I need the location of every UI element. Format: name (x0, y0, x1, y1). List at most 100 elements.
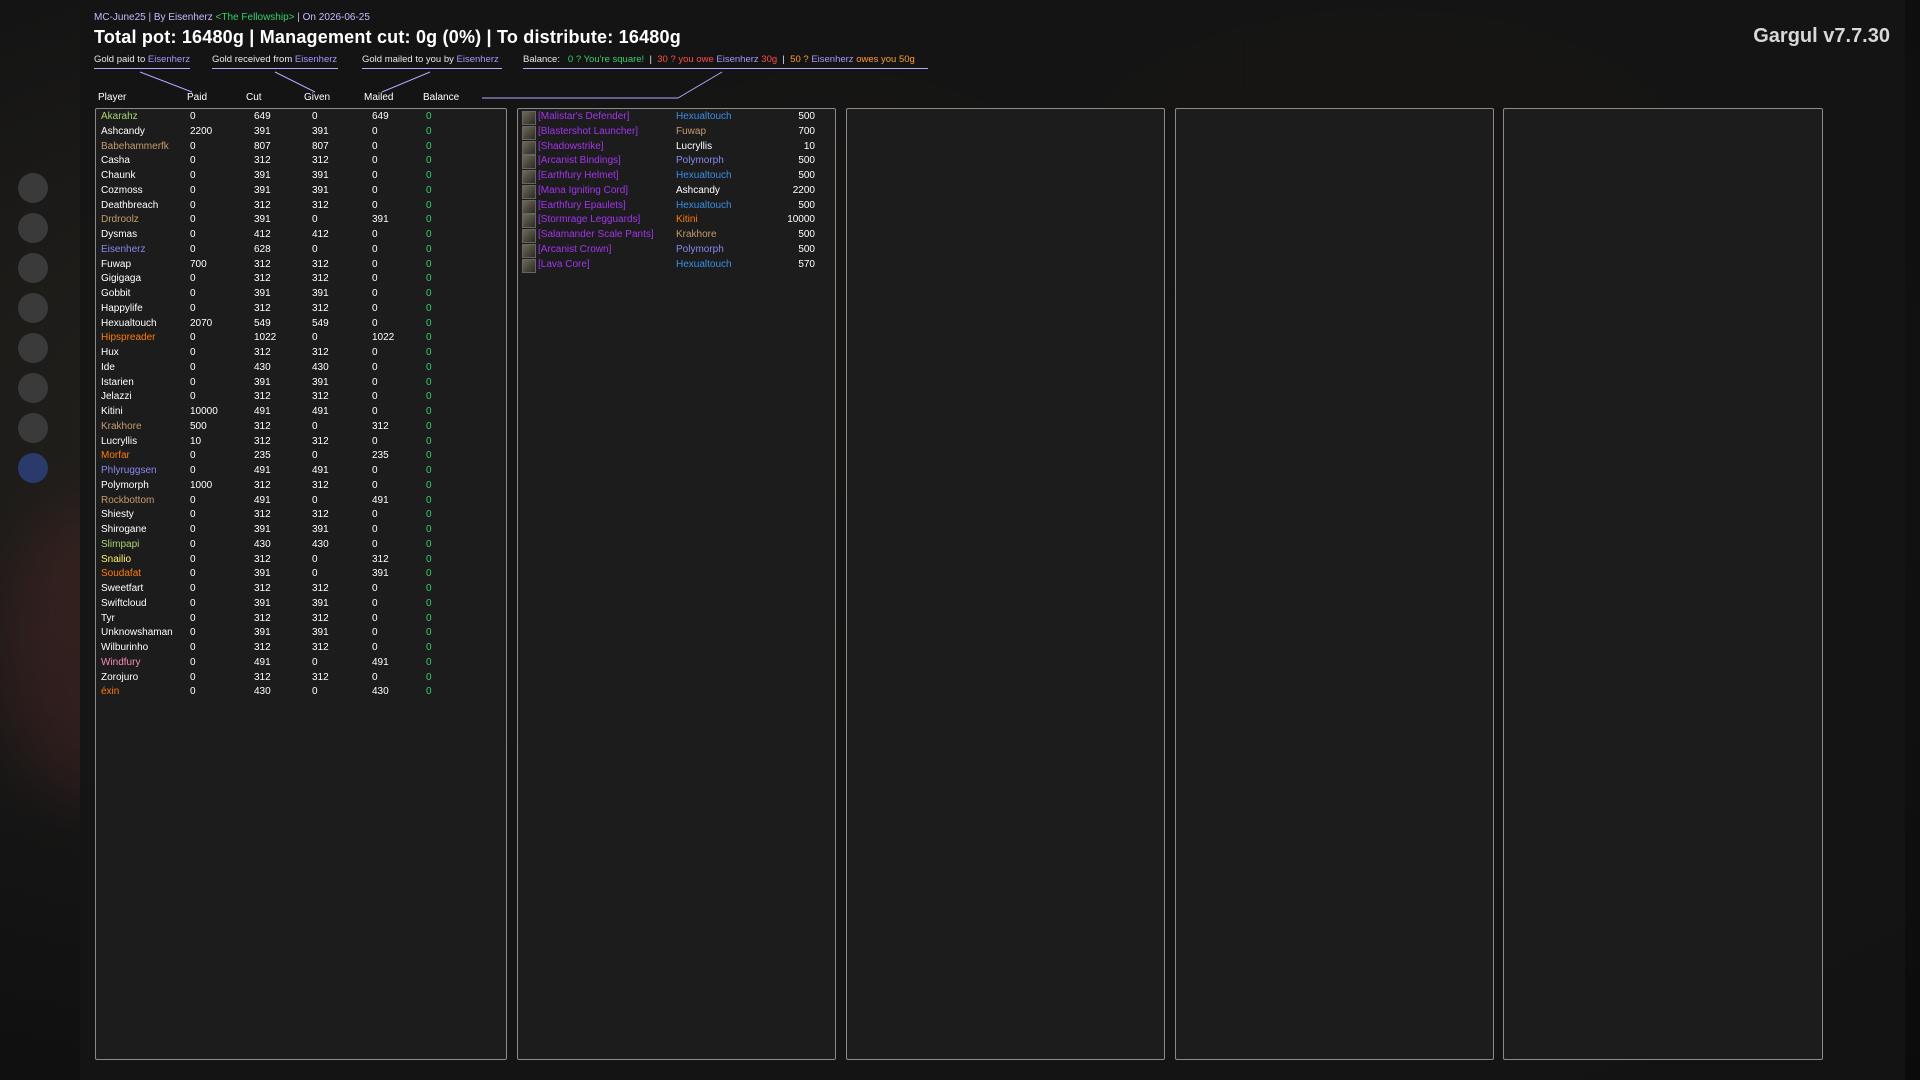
player-name: Krakhore (101, 420, 142, 432)
item-link[interactable]: [Earthfury Helmet] (538, 169, 619, 184)
player-row[interactable]: Swiftcloud 0 391 391 0 0 (101, 597, 501, 612)
player-given: 312 (312, 155, 329, 167)
player-row[interactable]: Unknowshaman 0 391 391 0 0 (101, 626, 501, 641)
awarded-item-row[interactable]: [Malistar's Defender] Hexualtouch 500 (522, 110, 832, 125)
column-header-cut[interactable]: Cut (246, 92, 262, 103)
player-row[interactable]: Windfury 0 491 0 491 0 (101, 656, 501, 671)
shoulder-icon (522, 199, 536, 214)
player-row[interactable]: Gigigaga 0 312 312 0 0 (101, 272, 501, 287)
player-paid: 0 (190, 553, 196, 565)
player-row[interactable]: Zorojuro 0 312 312 0 0 (101, 671, 501, 686)
player-row[interactable]: Wilburinho 0 312 312 0 0 (101, 641, 501, 656)
awarded-item-row[interactable]: [Mana Igniting Cord] Ashcandy 2200 (522, 184, 832, 199)
player-row[interactable]: Babehammerfk 0 807 807 0 0 (101, 140, 501, 155)
column-header-player[interactable]: Player (98, 92, 126, 103)
player-row[interactable]: Kitini 10000 491 491 0 0 (101, 405, 501, 420)
player-balance: 0 (426, 302, 432, 314)
player-row[interactable]: Ide 0 430 430 0 0 (101, 361, 501, 376)
player-row[interactable]: Casha 0 312 312 0 0 (101, 154, 501, 169)
player-given: 391 (312, 376, 329, 388)
player-row[interactable]: éxin 0 430 0 430 0 (101, 685, 501, 700)
player-given: 412 (312, 229, 329, 240)
player-row[interactable]: Krakhore 500 312 0 312 0 (101, 420, 501, 435)
column-header-balance[interactable]: Balance (423, 92, 459, 103)
awarded-item-row[interactable]: [Earthfury Helmet] Hexualtouch 500 (522, 169, 832, 184)
item-link[interactable]: [Malistar's Defender] (538, 110, 629, 125)
player-row[interactable]: Soudafat 0 391 0 391 0 (101, 567, 501, 582)
player-balance: 0 (426, 391, 432, 403)
player-row[interactable]: Deathbreach 0 312 312 0 0 (101, 199, 501, 214)
awarded-item-row[interactable]: [Arcanist Crown] Polymorph 500 (522, 243, 832, 258)
player-paid: 0 (190, 642, 196, 653)
player-row[interactable]: Fuwap 700 312 312 0 0 (101, 258, 501, 273)
player-row[interactable]: Happylife 0 312 312 0 0 (101, 302, 501, 317)
player-row[interactable]: Chaunk 0 391 391 0 0 (101, 169, 501, 184)
player-paid: 0 (190, 509, 196, 521)
player-row[interactable]: Polymorph 1000 312 312 0 0 (101, 479, 501, 494)
player-row[interactable]: Lucryllis 10 312 312 0 0 (101, 435, 501, 450)
item-price: 570 (798, 258, 815, 270)
player-row[interactable]: Drdroolz 0 391 0 391 0 (101, 213, 501, 228)
legend-owes-post: owes you 50g (853, 54, 915, 65)
player-balance: 0 (426, 509, 432, 521)
player-given: 312 (312, 199, 329, 211)
item-link[interactable]: [Lava Core] (538, 258, 590, 273)
item-link[interactable]: [Arcanist Bindings] (538, 154, 621, 169)
player-cut: 312 (254, 671, 271, 683)
player-row[interactable]: Hux 0 312 312 0 0 (101, 346, 501, 361)
awarded-item-row[interactable]: [Shadowstrike] Lucryllis 10 (522, 140, 832, 155)
awarded-item-row[interactable]: [Stormrage Legguards] Kitini 10000 (522, 213, 832, 229)
column-header-mailed[interactable]: Mailed (364, 92, 393, 103)
player-given: 312 (312, 391, 329, 403)
player-row[interactable]: Ashcandy 2200 391 391 0 0 (101, 125, 501, 140)
player-cut: 412 (254, 229, 271, 240)
awarded-item-row[interactable]: [Blastershot Launcher] Fuwap 700 (522, 125, 832, 140)
item-price: 10 (803, 140, 815, 152)
player-row[interactable]: Snailio 0 312 0 312 0 (101, 553, 501, 568)
legend-paid-name: Eisenherz (147, 54, 191, 65)
player-row[interactable]: Akarahz 0 649 0 649 0 (101, 110, 501, 125)
player-row[interactable]: Tyr 0 312 312 0 0 (101, 612, 501, 627)
player-row[interactable]: Shiesty 0 312 312 0 0 (101, 508, 501, 523)
item-link[interactable]: [Salamander Scale Pants] (538, 228, 654, 243)
player-row[interactable]: Dysmas 0 412 412 0 0 (101, 228, 501, 243)
player-paid: 0 (190, 361, 196, 373)
player-row[interactable]: Gobbit 0 391 391 0 0 (101, 287, 501, 302)
player-paid: 0 (190, 583, 196, 594)
player-row[interactable]: Rockbottom 0 491 0 491 0 (101, 494, 501, 509)
player-row[interactable]: Istarien 0 391 391 0 0 (101, 376, 501, 391)
empty-panel-4 (1175, 108, 1494, 1060)
player-given: 312 (312, 671, 329, 683)
player-row[interactable]: Hexualtouch 2070 549 549 0 0 (101, 317, 501, 332)
item-link[interactable]: [Earthfury Epaulets] (538, 199, 626, 214)
player-row[interactable]: Shirogane 0 391 391 0 0 (101, 523, 501, 538)
player-name: Hux (101, 347, 119, 358)
player-row[interactable]: Eisenherz 0 628 0 0 0 (101, 243, 501, 258)
player-row[interactable]: Cozmoss 0 391 391 0 0 (101, 184, 501, 199)
awarded-item-row[interactable]: [Arcanist Bindings] Polymorph 500 (522, 154, 832, 170)
player-row[interactable]: Jelazzi 0 312 312 0 0 (101, 390, 501, 405)
player-cut: 312 (254, 347, 271, 358)
player-mailed: 0 (372, 199, 378, 211)
column-header-paid[interactable]: Paid (187, 92, 207, 103)
player-row[interactable]: Sweetfart 0 312 312 0 0 (101, 582, 501, 597)
item-link[interactable]: [Arcanist Crown] (538, 243, 611, 258)
awarded-item-row[interactable]: [Salamander Scale Pants] Krakhore 500 (522, 228, 832, 243)
awarded-item-row[interactable]: [Earthfury Epaulets] Hexualtouch 500 (522, 199, 832, 214)
item-link[interactable]: [Mana Igniting Cord] (538, 184, 628, 199)
player-row[interactable]: Morfar 0 235 0 235 0 (101, 449, 501, 464)
player-paid: 2070 (190, 317, 213, 329)
player-row[interactable]: Phlyruggsen 0 491 491 0 0 (101, 464, 501, 479)
player-name: Wilburinho (101, 642, 149, 653)
item-link[interactable]: [Stormrage Legguards] (538, 213, 640, 228)
item-link[interactable]: [Shadowstrike] (538, 140, 604, 155)
player-cut: 491 (254, 494, 271, 506)
player-given: 391 (312, 524, 329, 535)
player-row[interactable]: Hipspreader 0 1022 0 1022 0 (101, 331, 501, 346)
player-balance: 0 (426, 170, 432, 181)
item-link[interactable]: [Blastershot Launcher] (538, 125, 638, 140)
player-row[interactable]: Slimpapi 0 430 430 0 0 (101, 538, 501, 553)
awarded-item-row[interactable]: [Lava Core] Hexualtouch 570 (522, 258, 832, 273)
column-header-given[interactable]: Given (304, 92, 330, 103)
item-price: 2200 (792, 184, 815, 196)
